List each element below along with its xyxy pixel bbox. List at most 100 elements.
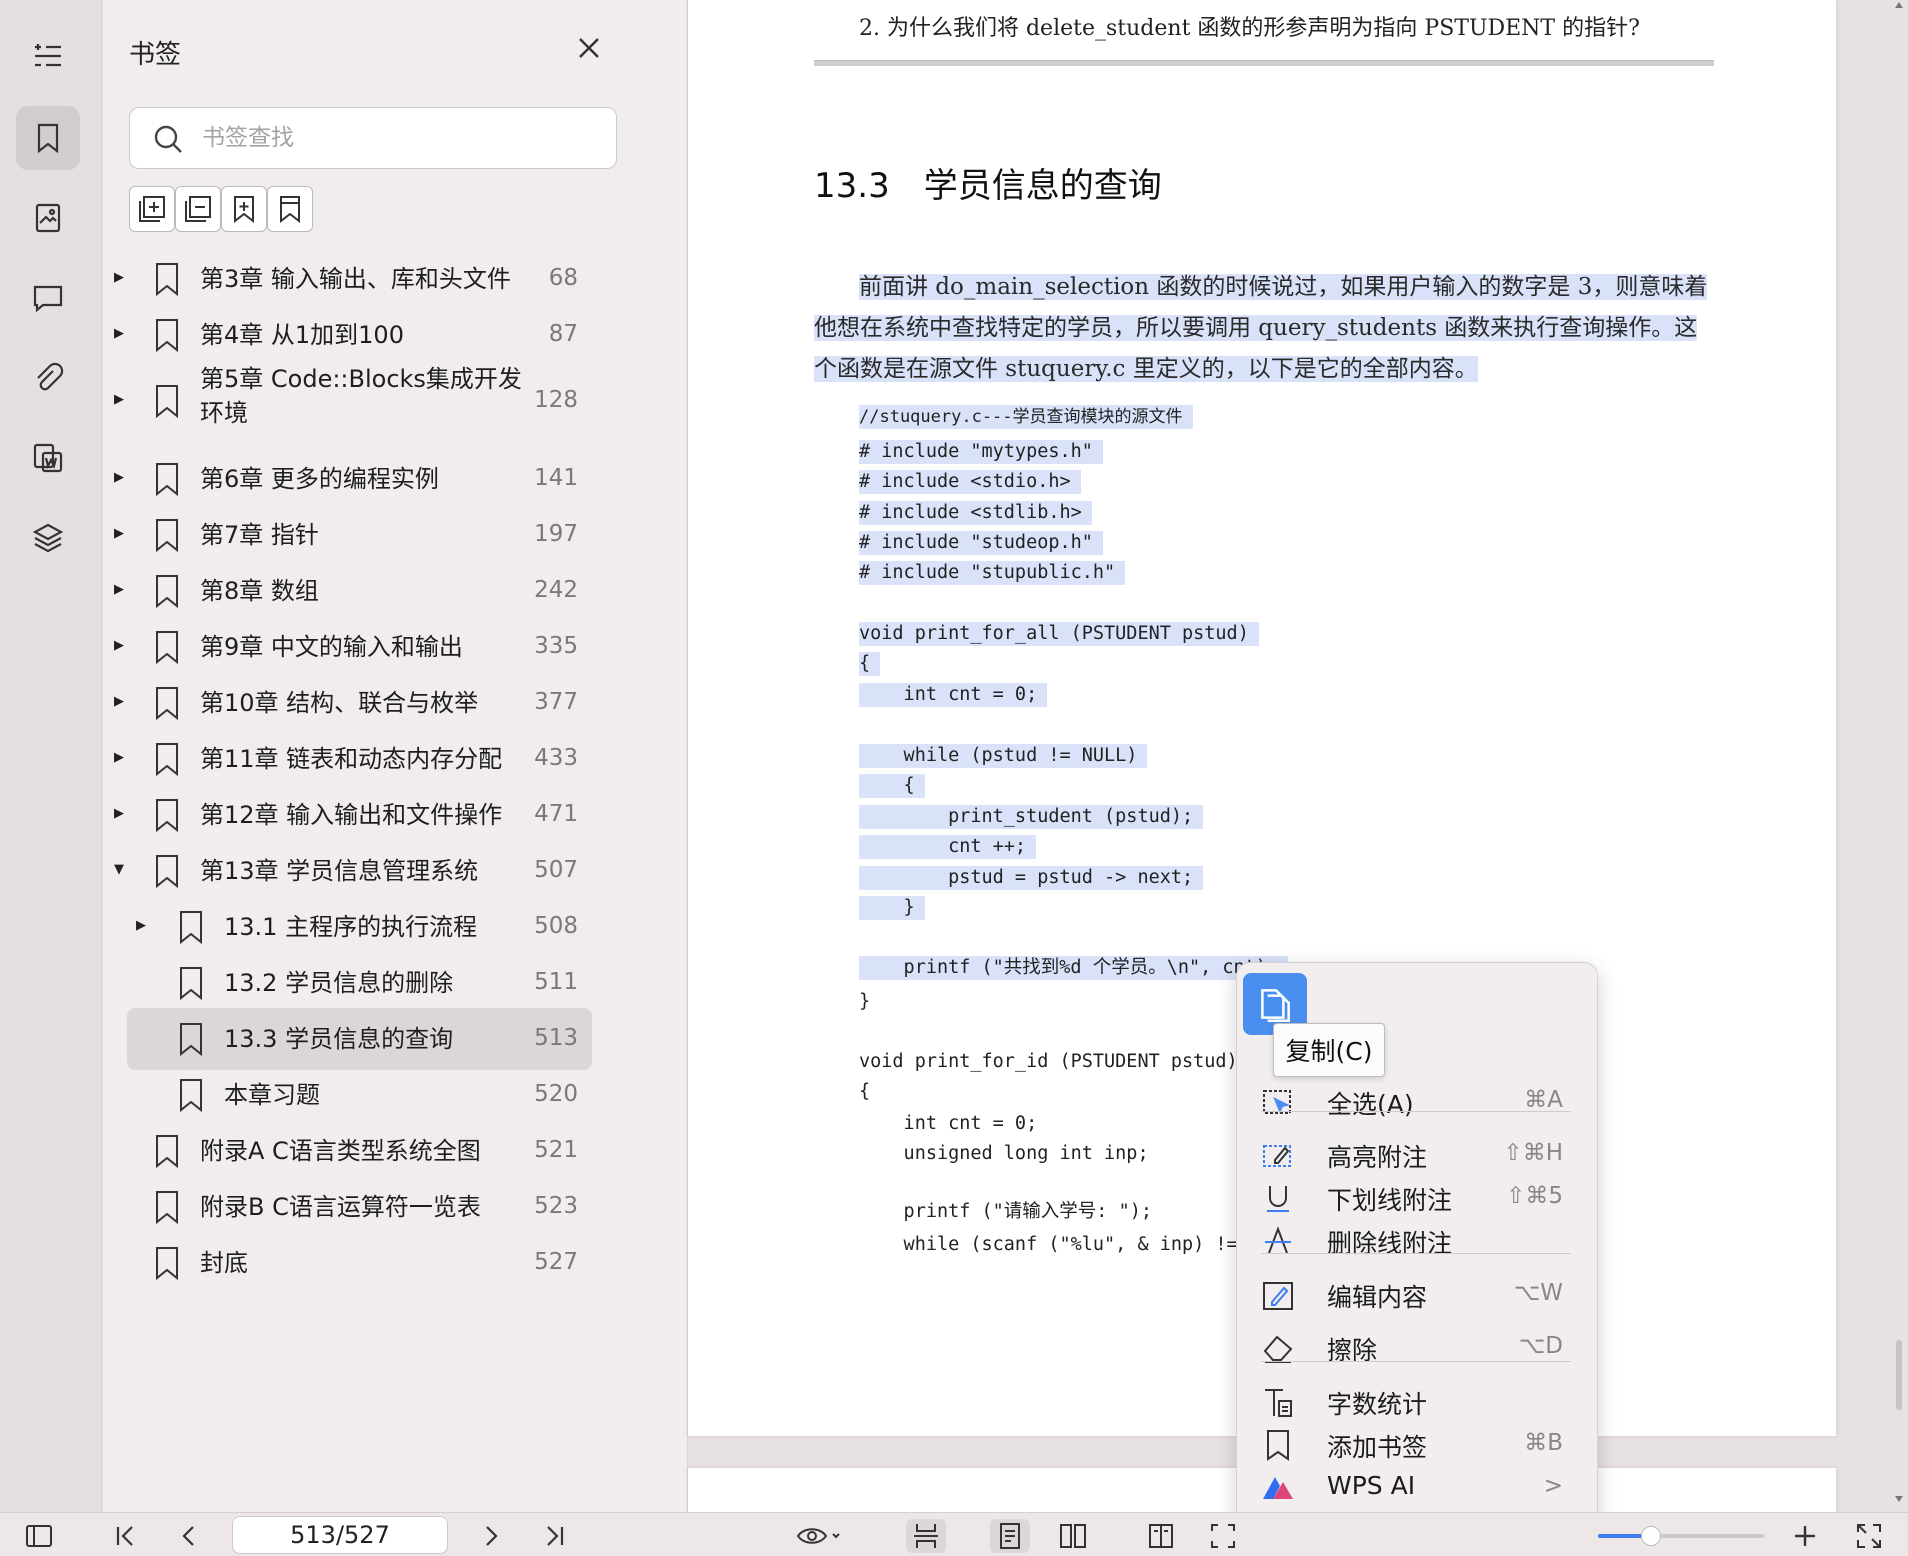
close-icon[interactable]	[573, 32, 605, 64]
bookmark-search-input[interactable]	[202, 118, 602, 158]
code-line[interactable]: while (pstud != NULL)	[859, 744, 1148, 768]
code-line[interactable]: pstud = pstud -> next;	[859, 866, 1204, 890]
expand-arrow-icon[interactable]: ▶	[114, 527, 128, 541]
thumbnail-icon[interactable]	[16, 186, 80, 250]
expand-arrow-icon[interactable]: ▶	[114, 807, 128, 821]
expand-arrow-icon[interactable]: ▶	[114, 327, 128, 341]
eye-mode-icon[interactable]	[792, 1519, 846, 1553]
fullscreen-icon[interactable]	[1852, 1519, 1886, 1553]
bookmark-item[interactable]: ▶ 第4章 从1加到100 87	[114, 304, 592, 366]
bookmark-item[interactable]: ▶ 第7章 指针 197	[114, 504, 592, 566]
attachment-icon[interactable]	[16, 346, 80, 410]
continuous-scroll-icon[interactable]	[906, 1519, 946, 1553]
code-line[interactable]: cnt ++;	[859, 835, 1037, 859]
menu-strikethrough-note[interactable]: 删除线附注	[1257, 1217, 1587, 1263]
expand-arrow-icon[interactable]: ▶	[114, 471, 128, 485]
layers-icon[interactable]	[16, 506, 80, 570]
last-page-icon[interactable]	[538, 1519, 572, 1553]
expand-arrow-icon[interactable]: ▶	[114, 271, 128, 285]
first-page-icon[interactable]	[108, 1519, 142, 1553]
bookmark-item[interactable]: ▼ 第13章 学员信息管理系统 507	[114, 840, 592, 902]
code-line[interactable]: void print_for_all (PSTUDENT pstud)	[859, 622, 1259, 646]
bookmark-item[interactable]: ▶ 第12章 输入输出和文件操作 471	[114, 784, 592, 846]
menu-edit-content[interactable]: 编辑内容 ⌥W	[1257, 1271, 1587, 1317]
bookmark-item[interactable]: 附录A C语言类型系统全图 521	[127, 1120, 592, 1182]
code-line[interactable]: {	[859, 1080, 870, 1104]
menu-underline-note[interactable]: 下划线附注 ⇧⌘5	[1257, 1174, 1587, 1220]
menu-highlight-note[interactable]: 高亮附注 ⇧⌘H	[1257, 1131, 1587, 1177]
menu-erase[interactable]: 擦除 ⌥D	[1257, 1324, 1587, 1370]
bookmark-item[interactable]: ▶ 第11章 链表和动态内存分配 433	[114, 728, 592, 790]
code-line[interactable]: # include <stdlib.h>	[859, 501, 1092, 525]
menu-select-all[interactable]: 全选(A) ⌘A	[1257, 1078, 1587, 1124]
code-line[interactable]: unsigned long int inp;	[859, 1142, 1149, 1166]
code-line[interactable]: printf ("请输入学号: ");	[859, 1200, 1152, 1224]
bookmark-item[interactable]: ▶ 第5章 Code::Blocks集成开发 环境 128	[114, 358, 592, 444]
expand-arrow-icon[interactable]: ▶	[114, 393, 128, 407]
menu-wps-ai[interactable]: WPS AI >	[1257, 1464, 1587, 1510]
bookmark-panel: 书签 ▶ 第3章 输入输出、库和头文件 68 ▶ 第4章 从1加到100 87 ▶ 第5章 C…	[103, 0, 732, 1512]
code-line[interactable]: //stuquery.c---学员查询模块的源文件	[859, 405, 1193, 429]
expand-arrow-icon[interactable]: ▶	[114, 583, 128, 597]
bookmark-page-number: 521	[534, 1137, 578, 1163]
bookmark-item[interactable]: ▶ 13.1 主程序的执行流程 508	[127, 896, 592, 958]
paragraph-line-1[interactable]: 前面讲 do_main_selection 函数的时候说过，如果用户输入的数字是…	[859, 274, 1708, 300]
code-line[interactable]: # include "mytypes.h"	[859, 440, 1103, 464]
pdf-to-word-icon[interactable]	[16, 426, 80, 490]
page-number-input[interactable]	[232, 1516, 448, 1554]
bookmark-icon	[156, 519, 178, 553]
bookmark-item[interactable]: ▶ 第10章 结构、联合与枚举 377	[114, 672, 592, 734]
zoom-slider-knob[interactable]	[1641, 1526, 1662, 1546]
expand-arrow-icon[interactable]: ▶	[114, 695, 128, 709]
bookmark-item[interactable]: 13.3 学员信息的查询 513	[127, 1008, 592, 1070]
expand-arrow-icon[interactable]: ▶	[114, 751, 128, 765]
code-line[interactable]: {	[859, 774, 925, 798]
bookmark-item[interactable]: ▶ 第9章 中文的输入和输出 335	[114, 616, 592, 678]
submenu-chevron-icon: >	[1543, 1473, 1563, 1499]
menu-separator	[1261, 1253, 1571, 1254]
previous-page-icon[interactable]	[172, 1519, 206, 1553]
zoom-in-icon[interactable]	[1788, 1519, 1822, 1553]
bookmark-item[interactable]: 本章习题 520	[127, 1064, 592, 1126]
document-scrollbar[interactable]	[1890, 0, 1908, 1512]
menu-add-bookmark[interactable]: 添加书签 ⌘B	[1257, 1421, 1587, 1467]
code-line[interactable]: int cnt = 0;	[859, 1112, 1038, 1136]
code-line[interactable]: {	[859, 652, 881, 676]
code-line[interactable]: printf ("共找到%d 个学员。\n", cnt);	[859, 956, 1289, 980]
two-page-icon[interactable]	[1056, 1519, 1090, 1553]
code-line[interactable]: }	[859, 990, 870, 1014]
single-page-icon[interactable]	[990, 1519, 1030, 1553]
expand-all-button[interactable]	[129, 186, 175, 232]
bookmark-item[interactable]: 附录B C语言运算符一览表 523	[127, 1176, 592, 1238]
book-mode-icon[interactable]	[1144, 1519, 1178, 1553]
collapse-all-button[interactable]	[175, 186, 221, 232]
bookmark-item[interactable]: ▶ 第3章 输入输出、库和头文件 68	[114, 248, 592, 310]
bookmark-item[interactable]: ▶ 第6章 更多的编程实例 141	[114, 448, 592, 510]
paragraph-line-2[interactable]: 他想在系统中查找特定的学员，所以要调用 query_students 函数来执行…	[814, 315, 1698, 341]
code-line[interactable]: int cnt = 0;	[859, 683, 1048, 707]
sidebar-toggle-icon[interactable]	[22, 1519, 56, 1553]
bookmark-item[interactable]: ▶ 第8章 数组 242	[114, 560, 592, 622]
zoom-slider[interactable]	[1598, 1526, 1764, 1546]
collapse-arrow-icon[interactable]: ▼	[114, 863, 128, 877]
fit-width-icon[interactable]	[1206, 1519, 1240, 1553]
bookmark-item[interactable]: 封底 527	[127, 1232, 592, 1294]
bookmark-panel-icon[interactable]	[16, 106, 80, 170]
code-line[interactable]: void print_for_id (PSTUDENT pstud)	[859, 1050, 1238, 1074]
expand-arrow-icon[interactable]: ▶	[114, 639, 128, 653]
code-line[interactable]: }	[859, 896, 925, 920]
code-line[interactable]: while (scanf ("%lu", & inp) !=	[859, 1233, 1249, 1257]
code-line[interactable]: # include "studeop.h"	[859, 531, 1103, 555]
add-bookmark-button[interactable]	[221, 186, 267, 232]
code-line[interactable]: print_student (pstud);	[859, 805, 1204, 829]
code-line[interactable]: # include <stdio.h>	[859, 470, 1081, 494]
bookmark-button[interactable]	[267, 186, 313, 232]
bookmark-item[interactable]: 13.2 学员信息的删除 511	[127, 952, 592, 1014]
comment-icon[interactable]	[16, 266, 80, 330]
menu-word-count[interactable]: 字数统计	[1257, 1378, 1587, 1424]
expand-arrow-icon[interactable]: ▶	[136, 919, 150, 933]
code-line[interactable]: # include "stupublic.h"	[859, 561, 1126, 585]
paragraph-line-3[interactable]: 个函数是在源文件 stuquery.c 里定义的，以下是它的全部内容。	[814, 356, 1478, 382]
next-page-icon[interactable]	[474, 1519, 508, 1553]
outline-icon[interactable]	[16, 24, 80, 88]
